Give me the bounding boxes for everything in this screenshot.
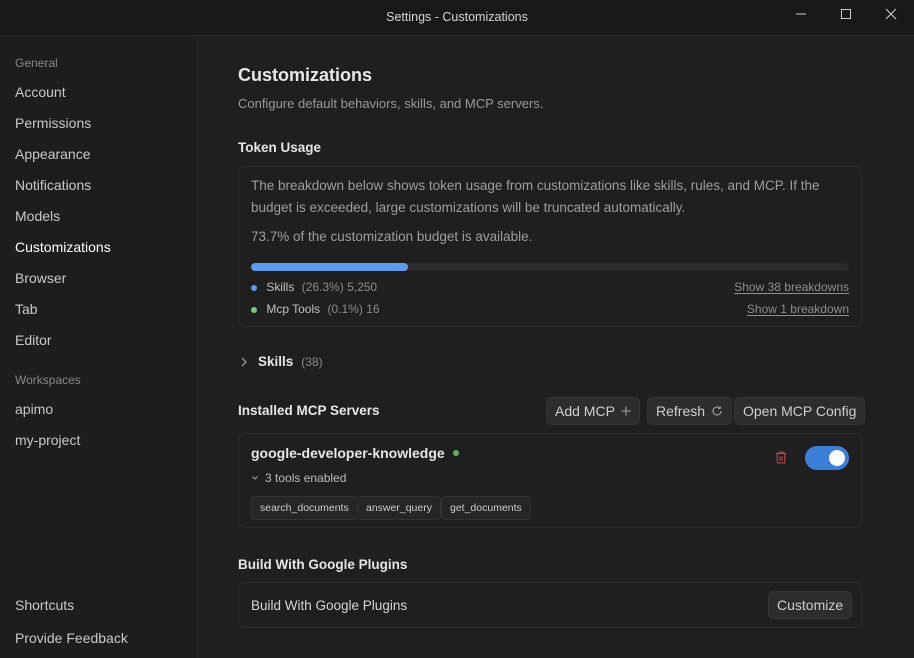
chevron-down-icon [252, 476, 258, 480]
main-content: Customizations Configure default behavio… [199, 37, 914, 658]
open-mcp-config-label: Open MCP Config [743, 403, 857, 419]
token-usage-bar [251, 263, 849, 271]
tool-chip-answer-query[interactable]: answer_query [357, 496, 441, 520]
token-usage-description: The breakdown below shows token usage fr… [251, 178, 820, 215]
sidebar-section-workspaces: Workspaces [15, 373, 81, 387]
mcp-servers-heading: Installed MCP Servers [238, 403, 380, 418]
delete-server-button[interactable] [775, 451, 787, 469]
minimize-button[interactable] [778, 0, 824, 28]
token-row-skills: Skills (26.3%) 5,250 [251, 280, 377, 294]
server-enabled-toggle[interactable] [805, 446, 849, 470]
token-row-skills-count: 5,250 [347, 280, 378, 294]
maximize-button[interactable] [823, 0, 869, 28]
show-mcp-breakdown-link[interactable]: Show 1 breakdown [747, 302, 849, 316]
title-bar: Settings - Customizations [0, 0, 914, 36]
mcp-server-card: google-developer-knowledge 3 tools enabl… [238, 433, 862, 528]
token-row-skills-name: Skills [266, 280, 295, 294]
plugins-row-label: Build With Google Plugins [251, 598, 408, 613]
mcp-server-header: google-developer-knowledge [251, 445, 459, 461]
sidebar-item-models[interactable]: Models [15, 208, 60, 224]
tools-summary-toggle[interactable]: 3 tools enabled [251, 471, 346, 485]
chevron-right-icon [241, 357, 247, 366]
sidebar-item-provide-feedback[interactable]: Provide Feedback [15, 630, 128, 646]
add-mcp-label: Add MCP [555, 403, 615, 419]
refresh-icon [712, 406, 722, 416]
token-row-skills-percent: (26.3%) [301, 280, 344, 294]
sidebar: General Account Permissions Appearance N… [0, 37, 198, 658]
page-subtitle: Configure default behaviors, skills, and… [238, 96, 544, 111]
skills-dot-icon [251, 284, 257, 291]
tools-summary-label: 3 tools enabled [265, 471, 347, 485]
plugins-card: Build With Google Plugins Customize [238, 582, 862, 628]
token-row-mcp-tools: Mcp Tools (0.1%) 16 [251, 302, 380, 316]
refresh-label: Refresh [656, 403, 706, 419]
page-title: Customizations [238, 65, 373, 85]
token-row-mcp-tools-count: 16 [366, 302, 380, 316]
sidebar-item-my-project[interactable]: my-project [15, 432, 80, 448]
sidebar-item-editor[interactable]: Editor [15, 332, 52, 348]
token-usage-availability: 73.7% of the customization budget is ava… [251, 229, 533, 244]
skills-section-label: Skills [258, 354, 294, 369]
tool-chip-search-documents[interactable]: search_documents [251, 496, 358, 520]
tool-chip-get-documents[interactable]: get_documents [441, 496, 531, 520]
token-row-mcp-tools-percent: (0.1%) [327, 302, 363, 316]
skills-section-count: (38) [301, 354, 323, 369]
mcp-server-name: google-developer-knowledge [251, 445, 445, 461]
sidebar-item-shortcuts[interactable]: Shortcuts [15, 597, 74, 613]
open-mcp-config-button[interactable]: Open MCP Config [734, 397, 866, 425]
token-usage-card: The breakdown below shows token usage fr… [238, 166, 862, 327]
skills-section-toggle[interactable]: Skills (38) [238, 354, 323, 369]
add-mcp-button[interactable]: Add MCP [546, 397, 640, 425]
window-title: Settings - Customizations [386, 10, 528, 24]
customize-label: Customize [777, 597, 844, 613]
sidebar-item-permissions[interactable]: Permissions [15, 115, 91, 131]
sidebar-item-account[interactable]: Account [15, 84, 66, 100]
trash-icon [776, 451, 786, 464]
sidebar-item-apimo[interactable]: apimo [15, 401, 53, 417]
refresh-button[interactable]: Refresh [647, 397, 733, 425]
plus-icon [621, 406, 631, 416]
plugins-heading: Build With Google Plugins [238, 557, 408, 572]
sidebar-item-browser[interactable]: Browser [15, 270, 66, 286]
token-usage-bar-fill [251, 263, 409, 271]
toggle-knob [829, 450, 845, 466]
customize-button[interactable]: Customize [768, 591, 853, 619]
token-usage-heading: Token Usage [238, 140, 322, 155]
minimize-icon [796, 13, 806, 15]
sidebar-item-tab[interactable]: Tab [15, 301, 38, 317]
mcp-tools-dot-icon [251, 306, 257, 313]
sidebar-item-notifications[interactable]: Notifications [15, 177, 91, 193]
close-button[interactable] [868, 0, 914, 28]
maximize-icon [841, 9, 851, 19]
sidebar-item-appearance[interactable]: Appearance [15, 146, 91, 162]
sidebar-section-general: General [15, 56, 58, 70]
close-icon [885, 8, 897, 20]
token-row-mcp-tools-name: Mcp Tools [266, 302, 321, 316]
server-status-dot-icon [452, 450, 459, 456]
sidebar-item-customizations[interactable]: Customizations [15, 239, 111, 255]
show-skills-breakdowns-link[interactable]: Show 38 breakdowns [734, 280, 849, 294]
